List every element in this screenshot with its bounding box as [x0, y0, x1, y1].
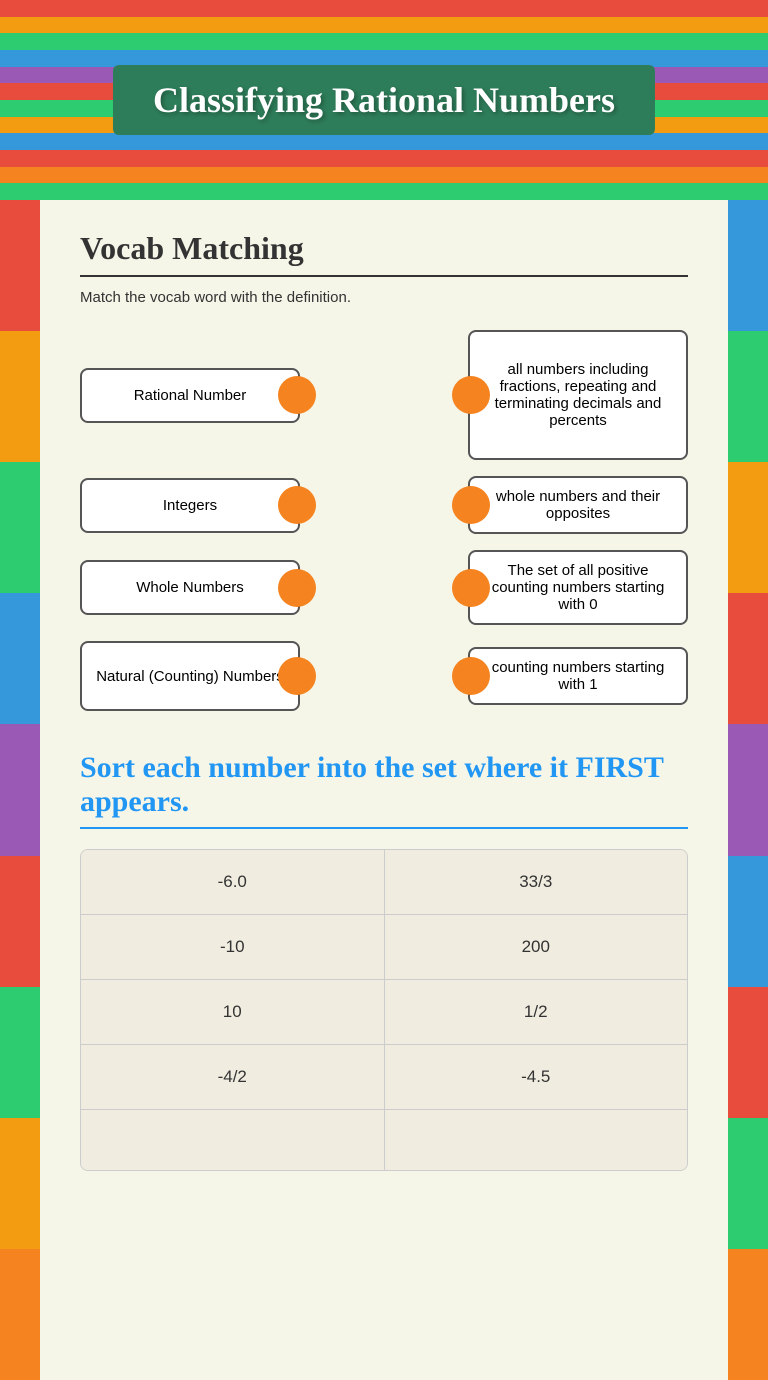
def-circle-4[interactable] [452, 657, 490, 695]
term-integers-label: Integers [163, 497, 217, 514]
title-banner: Classifying Rational Numbers [113, 65, 655, 135]
lstripe-1 [0, 200, 40, 331]
stripe-1 [0, 0, 768, 17]
rstripe-7 [728, 987, 768, 1118]
sort-title: Sort each number into the set where it F… [80, 751, 688, 829]
term-circle-2[interactable] [278, 486, 316, 524]
rstripe-2 [728, 331, 768, 462]
sort-cell-4-left[interactable]: -4/2 [81, 1045, 385, 1109]
rstripe-8 [728, 1118, 768, 1249]
sort-row-1: -6.0 33/3 [81, 850, 687, 915]
right-side-stripe [728, 200, 768, 1380]
vocab-subtitle: Match the vocab word with the definition… [80, 289, 688, 306]
sort-cell-1-left[interactable]: -6.0 [81, 850, 385, 914]
matching-row-1: Rational Number all numbers including fr… [80, 330, 688, 460]
def-whole-text: The set of all positive counting numbers… [482, 562, 674, 613]
main-content: Vocab Matching Match the vocab word with… [40, 200, 728, 1380]
def-circle-1[interactable] [452, 376, 490, 414]
sort-row-2: -10 200 [81, 915, 687, 980]
sort-row-4: -4/2 -4.5 [81, 1045, 687, 1110]
lstripe-8 [0, 1118, 40, 1249]
term-natural-label: Natural (Counting) Numbers [96, 668, 284, 685]
def-natural-text: counting numbers starting with 1 [482, 659, 674, 693]
matching-row-4: Natural (Counting) Numbers counting numb… [80, 641, 688, 711]
rstripe-6 [728, 856, 768, 987]
stripe-9 [0, 133, 768, 150]
def-circle-2[interactable] [452, 486, 490, 524]
term-rational-number[interactable]: Rational Number [80, 368, 300, 423]
term-rational-label: Rational Number [134, 387, 247, 404]
lstripe-3 [0, 462, 40, 593]
lstripe-7 [0, 987, 40, 1118]
matching-container: Rational Number all numbers including fr… [80, 330, 688, 711]
rstripe-5 [728, 724, 768, 855]
def-whole-numbers[interactable]: The set of all positive counting numbers… [468, 550, 688, 625]
content-area: Vocab Matching Match the vocab word with… [0, 200, 768, 1380]
sort-cell-3-right[interactable]: 1/2 [385, 980, 688, 1044]
def-natural-numbers[interactable]: counting numbers starting with 1 [468, 647, 688, 705]
lstripe-6 [0, 856, 40, 987]
sort-row-5 [81, 1110, 687, 1170]
stripe-2 [0, 17, 768, 34]
stripe-3 [0, 33, 768, 50]
term-circle-4[interactable] [278, 657, 316, 695]
sort-cell-5-left[interactable] [81, 1110, 385, 1170]
sort-cell-2-right[interactable]: 200 [385, 915, 688, 979]
term-integers[interactable]: Integers [80, 478, 300, 533]
matching-row-2: Integers whole numbers and their opposit… [80, 476, 688, 534]
def-circle-3[interactable] [452, 569, 490, 607]
term-whole-numbers[interactable]: Whole Numbers [80, 560, 300, 615]
lstripe-2 [0, 331, 40, 462]
def-integers-text: whole numbers and their opposites [482, 488, 674, 522]
lstripe-9 [0, 1249, 40, 1380]
header-banner: Classifying Rational Numbers [0, 0, 768, 200]
stripe-12 [0, 183, 768, 200]
stripe-10 [0, 150, 768, 167]
lstripe-4 [0, 593, 40, 724]
sort-cell-2-left[interactable]: -10 [81, 915, 385, 979]
vocab-title: Vocab Matching [80, 230, 688, 277]
stripe-11 [0, 167, 768, 184]
lstripe-5 [0, 724, 40, 855]
rstripe-9 [728, 1249, 768, 1380]
term-natural-numbers[interactable]: Natural (Counting) Numbers [80, 641, 300, 711]
def-rational-number[interactable]: all numbers including fractions, repeati… [468, 330, 688, 460]
page-title: Classifying Rational Numbers [153, 79, 615, 121]
sort-row-3: 10 1/2 [81, 980, 687, 1045]
term-whole-label: Whole Numbers [136, 579, 244, 596]
sort-grid: -6.0 33/3 -10 200 10 1/2 -4/2 -4.5 [80, 849, 688, 1171]
sort-cell-1-right[interactable]: 33/3 [385, 850, 688, 914]
sort-cell-3-left[interactable]: 10 [81, 980, 385, 1044]
def-integers[interactable]: whole numbers and their opposites [468, 476, 688, 534]
term-circle-1[interactable] [278, 376, 316, 414]
rstripe-1 [728, 200, 768, 331]
rstripe-3 [728, 462, 768, 593]
left-side-stripe [0, 200, 40, 1380]
sort-cell-5-right[interactable] [385, 1110, 688, 1170]
matching-row-3: Whole Numbers The set of all positive co… [80, 550, 688, 625]
term-circle-3[interactable] [278, 569, 316, 607]
rstripe-4 [728, 593, 768, 724]
sort-cell-4-right[interactable]: -4.5 [385, 1045, 688, 1109]
def-rational-text: all numbers including fractions, repeati… [482, 361, 674, 429]
